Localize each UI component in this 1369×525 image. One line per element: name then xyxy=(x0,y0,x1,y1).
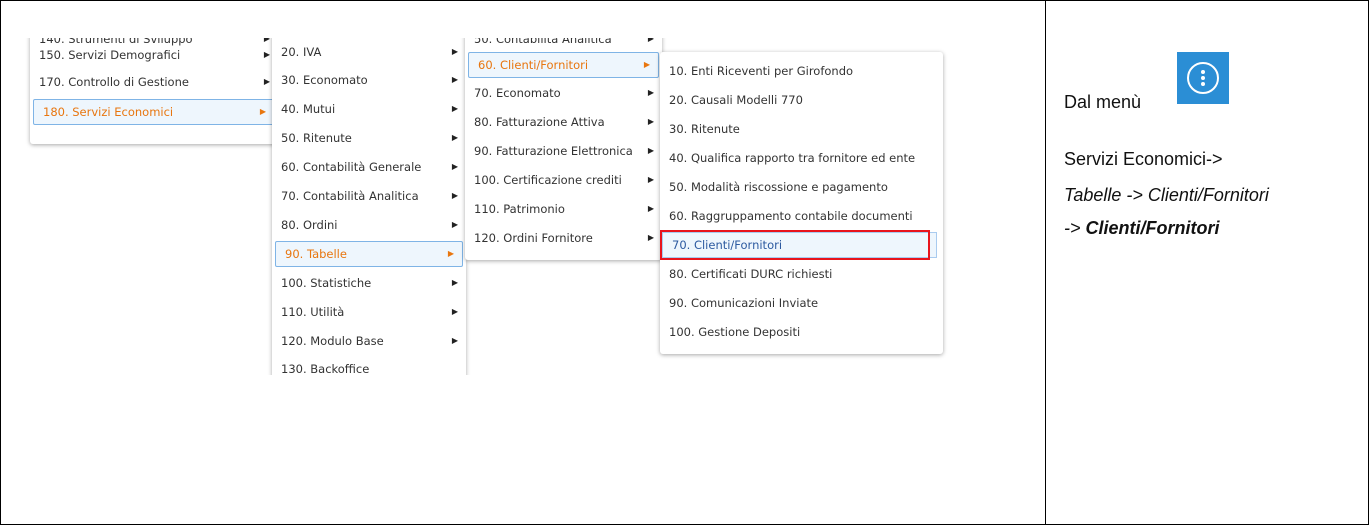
menu2-item-ordini[interactable]: 80. Ordini ▶ xyxy=(272,212,466,238)
menu-level4: 10. Enti Riceventi per Girofondo 20. Cau… xyxy=(660,52,943,354)
highlight-box xyxy=(660,230,930,260)
menu1-item-controllo-gestione[interactable]: 170. Controllo di Gestione ▶ xyxy=(30,69,278,95)
instruction-line4: -> Clienti/Fornitori xyxy=(1064,218,1220,238)
menu3-item-fatturazione-elettronica[interactable]: 90. Fatturazione Elettronica ▶ xyxy=(465,138,662,164)
menu4-item-modalita-riscossione[interactable]: 50. Modalità riscossione e pagamento xyxy=(660,174,943,200)
menu2-item-backoffice[interactable]: 130. Backoffice xyxy=(272,356,466,375)
menu4-item-certificati-durc[interactable]: 80. Certificati DURC richiesti xyxy=(660,261,943,287)
menu4-item-raggruppamento-contabile[interactable]: 60. Raggruppamento contabile documenti xyxy=(660,203,943,229)
menu3-item-certificazione-crediti[interactable]: 100. Certificazione crediti ▶ xyxy=(465,167,662,193)
menu3-item-patrimonio[interactable]: 110. Patrimonio ▶ xyxy=(465,196,662,222)
menu4-item-comunicazioni-inviate[interactable]: 90. Comunicazioni Inviate xyxy=(660,290,943,316)
menu3-item-ordini-fornitore[interactable]: 120. Ordini Fornitore ▶ xyxy=(465,225,662,251)
menu3-item-economato[interactable]: 70. Economato ▶ xyxy=(465,80,662,106)
menu3-item-clienti-fornitori[interactable]: 60. Clienti/Fornitori ▶ xyxy=(468,52,659,78)
menu2-item-mutui[interactable]: 40. Mutui ▶ xyxy=(272,96,466,122)
menu4-item-causali-770[interactable]: 20. Causali Modelli 770 xyxy=(660,87,943,113)
instruction-line2: Servizi Economici-> xyxy=(1064,149,1223,169)
menu2-item-utilita[interactable]: 110. Utilità ▶ xyxy=(272,299,466,325)
menu2-item-statistiche[interactable]: 100. Statistiche ▶ xyxy=(272,270,466,296)
instruction-line1: Dal menù xyxy=(1064,92,1142,112)
column-divider xyxy=(1045,0,1046,525)
menu-level1: 140. Strumenti di Sviluppo ▶ 150. Servizi… xyxy=(30,38,278,144)
menu2-item-contabilita-generale[interactable]: 60. Contabilità Generale ▶ xyxy=(272,154,466,180)
menu2-item-economato[interactable]: 30. Economato ▶ xyxy=(272,67,466,93)
menu-level3: 50. Contabilità Analitica ▶ 60. Clienti/F… xyxy=(465,38,662,260)
menu3-item-contabilita-analitica[interactable]: 50. Contabilità Analitica ▶ xyxy=(465,38,662,52)
instruction-final-item: Clienti/Fornitori xyxy=(1085,218,1220,238)
menu-level2: 20. IVA ▶ 30. Economato ▶ 40. Mutui ▶ 50. R… xyxy=(272,38,466,375)
menu4-item-qualifica-rapporto[interactable]: 40. Qualifica rapporto tra fornitore ed … xyxy=(660,145,943,171)
menu1-item-servizi-economici[interactable]: 180. Servizi Economici ▶ xyxy=(33,99,275,125)
kebab-menu-icon[interactable] xyxy=(1177,52,1229,104)
menu2-item-modulo-base[interactable]: 120. Modulo Base ▶ xyxy=(272,328,466,354)
menu4-item-enti-riceventi[interactable]: 10. Enti Riceventi per Girofondo xyxy=(660,58,943,84)
menu4-item-ritenute[interactable]: 30. Ritenute xyxy=(660,116,943,142)
menu2-item-iva[interactable]: 20. IVA ▶ xyxy=(272,39,466,65)
menu2-item-contabilita-analitica[interactable]: 70. Contabilità Analitica ▶ xyxy=(272,183,466,209)
menu3-item-fatturazione-attiva[interactable]: 80. Fatturazione Attiva ▶ xyxy=(465,109,662,135)
menu1-item-servizi-demografici[interactable]: 150. Servizi Demografici ▶ xyxy=(30,42,278,68)
screenshot-panel: 140. Strumenti di Sviluppo ▶ 150. Servizi… xyxy=(18,38,1036,375)
menu4-item-gestione-depositi[interactable]: 100. Gestione Depositi xyxy=(660,319,943,345)
menu2-item-tabelle[interactable]: 90. Tabelle ▶ xyxy=(275,241,463,267)
menu2-item-ritenute[interactable]: 50. Ritenute ▶ xyxy=(272,125,466,151)
instruction-line3: Tabelle -> Clienti/Fornitori xyxy=(1064,185,1269,205)
